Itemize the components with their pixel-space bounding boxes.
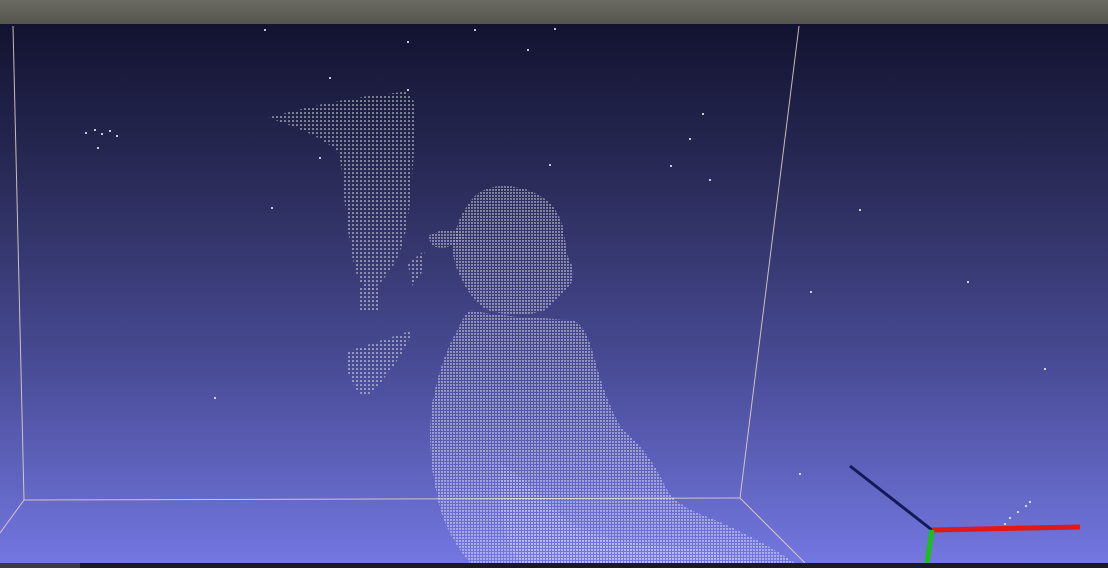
axis-gizmo[interactable] bbox=[849, 464, 1081, 563]
point-cloud-canvas bbox=[0, 25, 1081, 563]
x-axis-line bbox=[931, 524, 1081, 533]
status-bar bbox=[0, 563, 1108, 568]
3d-viewport[interactable] bbox=[0, 24, 1108, 563]
y-axis-line bbox=[924, 529, 935, 563]
object-point-cloud bbox=[268, 92, 425, 396]
status-bar-segment bbox=[0, 563, 80, 568]
person-point-cloud bbox=[428, 186, 795, 563]
window-title-bar bbox=[0, 0, 1108, 25]
z-axis-line bbox=[849, 464, 933, 532]
